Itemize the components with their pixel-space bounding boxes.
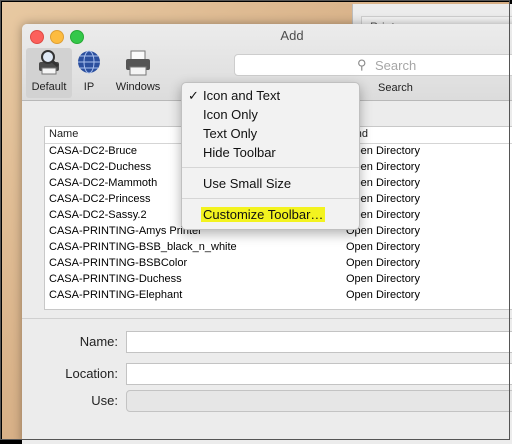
menu-item-icon-and-text[interactable]: ✓ Icon and Text xyxy=(182,86,359,105)
name-field[interactable] xyxy=(126,331,512,353)
menu-separator xyxy=(182,198,359,199)
row-name: CASA-PRINTING-Duchess xyxy=(49,273,182,285)
toolbar-default-button[interactable]: Default xyxy=(26,48,72,98)
row-name: CASA-DC2-Bruce xyxy=(49,145,138,157)
toolbar-windows-label: Windows xyxy=(115,81,161,93)
use-popup[interactable] xyxy=(126,390,512,412)
menu-item-use-small-size[interactable]: Use Small Size xyxy=(182,174,359,193)
row-name: CASA-PRINTING-Amys Printer xyxy=(49,225,202,237)
toolbar-default-label: Default xyxy=(31,81,67,93)
search-label: Search xyxy=(378,82,413,94)
menu-item-label: Text Only xyxy=(203,126,258,141)
row-kind: Open Directory xyxy=(346,289,420,301)
magnifier-printer-icon xyxy=(39,50,59,75)
menu-item-label: Customize Toolbar… xyxy=(201,207,326,222)
menu-item-customize-toolbar[interactable]: Customize Toolbar… xyxy=(182,205,359,224)
row-name: CASA-PRINTING-BSBColor xyxy=(49,257,188,269)
menu-item-label: Icon Only xyxy=(203,107,258,122)
row-kind: Open Directory xyxy=(346,257,420,269)
row-name: CASA-DC2-Mammoth xyxy=(49,177,158,189)
search-placeholder: Search xyxy=(375,58,417,73)
toolbar-context-menu: ✓ Icon and Text Icon Only Text Only Hide… xyxy=(181,82,360,230)
table-row[interactable]: CASA-PRINTING-BSB_black_n_white Open Dire… xyxy=(45,240,512,256)
location-label: Location: xyxy=(65,366,118,381)
location-field[interactable] xyxy=(126,363,512,385)
menu-item-label: Icon and Text xyxy=(203,88,281,103)
printer-details-form: Name: Location: Use: xyxy=(22,318,512,444)
row-name: CASA-PRINTING-BSB_black_n_white xyxy=(49,241,237,253)
row-name: CASA-DC2-Duchess xyxy=(49,161,152,173)
menu-separator xyxy=(182,167,359,168)
menu-item-label: Use Small Size xyxy=(203,176,292,191)
toolbar-ip-label: IP xyxy=(83,81,95,93)
row-kind: Open Directory xyxy=(346,241,420,253)
column-header-name[interactable]: Name xyxy=(49,128,78,140)
table-row[interactable]: CASA-PRINTING-BSBColor Open Directory xyxy=(45,256,512,272)
toolbar-windows-button[interactable]: Windows xyxy=(110,48,166,98)
menu-item-label: Hide Toolbar xyxy=(203,145,276,160)
search-icon: ⚲ xyxy=(357,57,367,72)
toolbar-ip-button[interactable]: IP xyxy=(72,48,106,98)
printer-icon xyxy=(126,50,150,76)
checkmark-icon: ✓ xyxy=(188,88,199,103)
table-row[interactable]: CASA-PRINTING-Elephant Open Directory xyxy=(45,288,512,304)
globe-icon xyxy=(78,50,100,74)
use-label: Use: xyxy=(91,393,118,408)
menu-item-icon-only[interactable]: Icon Only xyxy=(182,105,359,124)
name-label: Name: xyxy=(79,334,118,349)
row-name: CASA-PRINTING-Elephant xyxy=(49,289,183,301)
row-name: CASA-DC2-Sassy.2 xyxy=(49,209,147,221)
search-field[interactable]: ⚲ Search xyxy=(234,54,512,76)
menu-item-text-only[interactable]: Text Only xyxy=(182,124,359,143)
row-kind: Open Directory xyxy=(346,273,420,285)
table-row[interactable]: CASA-PRINTING-Duchess Open Directory xyxy=(45,272,512,288)
window-title: Add xyxy=(280,28,304,43)
menu-item-hide-toolbar[interactable]: Hide Toolbar xyxy=(182,143,359,162)
row-name: CASA-DC2-Princess xyxy=(49,193,151,205)
